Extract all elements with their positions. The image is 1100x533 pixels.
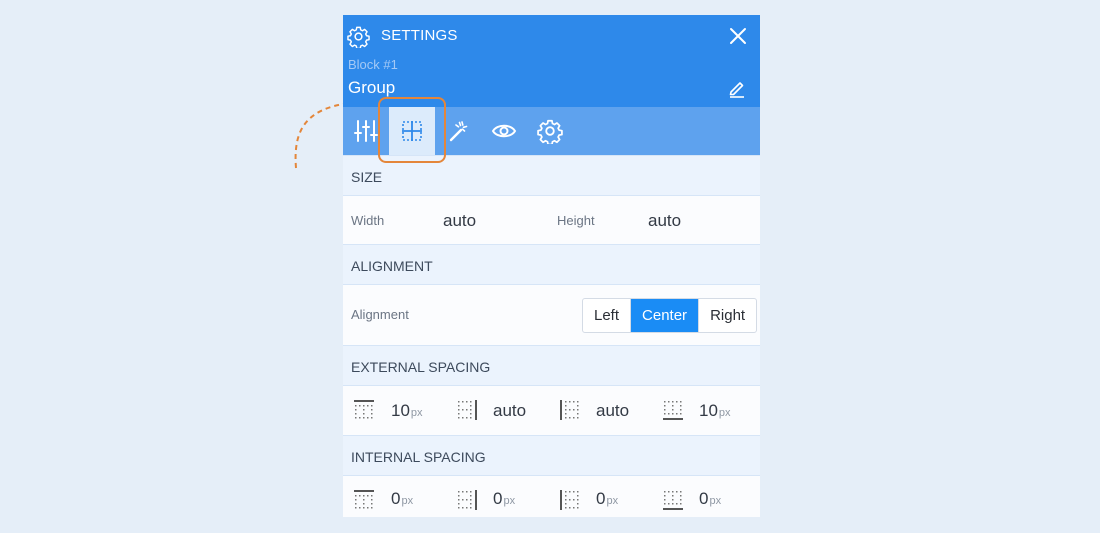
spacing-bottom-icon	[663, 491, 683, 510]
spacing-right-icon	[458, 400, 477, 420]
block-name: Group	[348, 78, 396, 97]
external-spacing-heading: EXTERNAL SPACING	[343, 345, 760, 386]
spacing-left-icon	[560, 400, 579, 420]
size-heading: SIZE	[343, 155, 760, 196]
alignment-heading: ALIGNMENT	[343, 244, 760, 285]
tab-advanced[interactable]	[527, 107, 573, 155]
spacing-bottom-icon	[663, 401, 683, 420]
spacing-left-icon	[560, 490, 579, 510]
block-label: Block #1	[348, 57, 398, 72]
height-value[interactable]: auto	[648, 211, 681, 231]
sliders-icon	[354, 120, 378, 142]
spacing-top-icon	[354, 490, 374, 509]
internal-spacing-row: 0px 0px 0px 0px	[343, 476, 760, 517]
unit-label: px	[410, 407, 423, 419]
external-left[interactable]: auto	[549, 386, 652, 435]
alignment-label: Alignment	[351, 307, 409, 322]
external-top[interactable]: 10px	[343, 386, 446, 435]
spacing-top-icon	[354, 400, 374, 419]
external-left-value: auto	[596, 401, 630, 420]
alignment-segmented-control: Left Center Right	[582, 298, 758, 333]
unit-label: px	[503, 495, 516, 507]
internal-spacing-heading: INTERNAL SPACING	[343, 435, 760, 476]
internal-bottom-value: 0	[699, 489, 709, 508]
align-left-button[interactable]: Left	[583, 299, 632, 332]
magic-wand-icon	[449, 121, 468, 142]
height-label: Height	[557, 213, 595, 228]
external-top-value: 10	[391, 401, 410, 420]
tab-layout[interactable]	[389, 107, 435, 155]
unit-label: px	[606, 495, 619, 507]
align-right-button[interactable]: Right	[699, 299, 756, 332]
internal-left[interactable]: 0px	[549, 476, 652, 517]
gear-icon	[347, 26, 370, 48]
internal-left-value: 0	[596, 489, 606, 508]
panel-title: SETTINGS	[381, 27, 458, 44]
tab-adjustments[interactable]	[343, 107, 389, 155]
internal-top[interactable]: 0px	[343, 476, 446, 517]
internal-right-value: 0	[493, 489, 503, 508]
close-icon[interactable]	[728, 26, 748, 46]
unit-label: px	[709, 495, 722, 507]
external-bottom-value: 10	[699, 401, 718, 420]
internal-top-value: 0	[391, 489, 401, 508]
width-label: Width	[351, 213, 385, 228]
external-right[interactable]: auto	[446, 386, 549, 435]
size-row: Width auto Height auto	[343, 196, 760, 244]
unit-label: px	[401, 495, 414, 507]
alignment-row: Alignment Left Center Right	[343, 285, 760, 345]
layout-grid-icon	[402, 121, 422, 141]
unit-label: px	[718, 407, 731, 419]
external-bottom[interactable]: 10px	[652, 386, 760, 435]
pencil-icon[interactable]	[727, 78, 747, 98]
align-center-button[interactable]: Center	[631, 299, 700, 332]
eye-icon	[491, 124, 517, 138]
width-value[interactable]: auto	[443, 211, 476, 231]
tab-visibility[interactable]	[481, 107, 527, 155]
gear-icon	[537, 119, 563, 144]
panel-header: SETTINGS Block #1 Group	[343, 15, 760, 107]
settings-panel: SETTINGS Block #1 Group SIZE Width auto …	[343, 15, 760, 517]
stage: SETTINGS Block #1 Group SIZE Width auto …	[0, 0, 1100, 533]
spacing-right-icon	[458, 490, 477, 510]
internal-right[interactable]: 0px	[446, 476, 549, 517]
tab-bar	[343, 107, 760, 155]
external-spacing-row: 10px auto auto 10px	[343, 386, 760, 435]
tab-effects[interactable]	[435, 107, 481, 155]
external-right-value: auto	[493, 401, 527, 420]
internal-bottom[interactable]: 0px	[652, 476, 760, 517]
